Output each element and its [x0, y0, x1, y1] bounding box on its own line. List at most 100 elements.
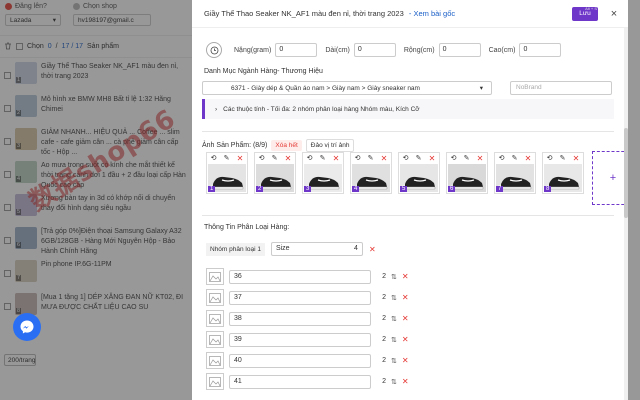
remove-variation-icon[interactable]: ✕ [402, 335, 409, 344]
edit-icon[interactable]: ✎ [560, 154, 566, 162]
sort-arrows-icon[interactable]: ⇅ [391, 273, 397, 281]
image-number: 8 [544, 186, 552, 192]
remove-variation-icon[interactable]: ✕ [402, 377, 409, 386]
rotate-icon[interactable]: ⟲ [259, 154, 265, 162]
save-button[interactable]: Alt + S Lưu [572, 5, 598, 21]
modal-scrollbar[interactable] [624, 28, 628, 400]
image-number: 4 [352, 186, 360, 192]
shoe-image: 7 [496, 164, 534, 192]
delete-image-icon[interactable]: ✕ [381, 154, 388, 163]
product-image-tile[interactable]: ⟲ ✎ ✕ 3 [302, 152, 344, 194]
weight-input[interactable]: 0 [275, 43, 318, 57]
delete-image-icon[interactable]: ✕ [477, 154, 484, 163]
variation-index: 2 [382, 315, 386, 322]
product-image-tile[interactable]: ⟲ ✎ ✕ 5 [398, 152, 440, 194]
product-image-tile[interactable]: ⟲ ✎ ✕ 7 [494, 152, 536, 194]
shoe-image: 4 [352, 164, 390, 192]
image-tools: ⟲ ✎ ✕ [207, 153, 247, 163]
delete-image-icon[interactable]: ✕ [573, 154, 580, 163]
image-placeholder-icon[interactable] [206, 310, 224, 327]
image-number: 6 [448, 186, 456, 192]
product-image-tile[interactable]: ⟲ ✎ ✕ 8 [542, 152, 584, 194]
delete-image-icon[interactable]: ✕ [333, 154, 340, 163]
messenger-icon [20, 320, 34, 334]
brand-input[interactable]: NoBrand [510, 81, 612, 95]
edit-icon[interactable]: ✎ [320, 154, 326, 162]
delete-all-images-button[interactable]: Xóa hết [271, 140, 302, 151]
variation-value-input[interactable]: 41 [229, 374, 371, 389]
reverse-images-button[interactable]: Đảo vị trí ảnh [305, 139, 355, 152]
sort-arrows-icon[interactable]: ⇅ [391, 357, 397, 365]
edit-icon[interactable]: ✎ [416, 154, 422, 162]
remove-group-icon[interactable]: ✕ [369, 245, 376, 254]
product-image-tile[interactable]: ⟲ ✎ ✕ 6 [446, 152, 488, 194]
add-image-button[interactable]: + [592, 151, 628, 205]
close-icon[interactable]: × [608, 8, 620, 20]
save-shortcut-hint: Alt + S [585, 5, 597, 11]
variation-index: 2 [382, 294, 386, 301]
variation-row: 38 2 ⇅ ✕ [206, 308, 409, 329]
image-placeholder-icon[interactable] [206, 289, 224, 306]
edit-icon[interactable]: ✎ [272, 154, 278, 162]
remove-variation-icon[interactable]: ✕ [402, 272, 409, 281]
product-image-tile[interactable]: ⟲ ✎ ✕ 1 [206, 152, 248, 194]
history-clock-icon[interactable] [206, 42, 222, 58]
attributes-collapse[interactable]: › Các thuộc tính - Tối đa: 2 nhóm phân l… [202, 99, 614, 119]
rotate-icon[interactable]: ⟲ [307, 154, 313, 162]
modal-title: Giầy Thể Thao Seaker NK_AF1 màu đen nỉ, … [204, 9, 404, 18]
variation-value-input[interactable]: 37 [229, 290, 371, 305]
variation-value-input[interactable]: 40 [229, 353, 371, 368]
image-placeholder-icon[interactable] [206, 373, 224, 390]
image-tools: ⟲ ✎ ✕ [447, 153, 487, 163]
rotate-icon[interactable]: ⟲ [403, 154, 409, 162]
length-input[interactable]: 0 [353, 43, 396, 57]
edit-product-modal: Giầy Thể Thao Seaker NK_AF1 màu đen nỉ, … [192, 0, 628, 400]
remove-variation-icon[interactable]: ✕ [402, 293, 409, 302]
category-select[interactable]: 6371 - Giày dép & Quần áo nam > Giày nam… [202, 81, 492, 95]
image-tools: ⟲ ✎ ✕ [399, 153, 439, 163]
rotate-icon[interactable]: ⟲ [547, 154, 553, 162]
rotate-icon[interactable]: ⟲ [451, 154, 457, 162]
variation-value-input[interactable]: 38 [229, 311, 371, 326]
variation-row: 40 2 ⇅ ✕ [206, 350, 409, 371]
image-tools: ⟲ ✎ ✕ [495, 153, 535, 163]
delete-image-icon[interactable]: ✕ [429, 154, 436, 163]
image-placeholder-icon[interactable] [206, 268, 224, 285]
variation-value-input[interactable]: 36 [229, 269, 371, 284]
rotate-icon[interactable]: ⟲ [211, 154, 217, 162]
shoe-image: 6 [448, 164, 486, 192]
edit-icon[interactable]: ✎ [224, 154, 230, 162]
images-header: Ảnh Sản Phẩm: (8/9) Xóa hết Đảo vị trí ả… [202, 139, 355, 152]
remove-variation-icon[interactable]: ✕ [402, 356, 409, 365]
attributes-text: Các thuộc tính - Tối đa: 2 nhóm phân loạ… [223, 105, 420, 113]
height-input[interactable]: 0 [519, 43, 562, 57]
image-grid: ⟲ ✎ ✕ 1 ⟲ ✎ ✕ 2 ⟲ ✎ ✕ 3 ⟲ ✎ ✕ 4 ⟲ ✎ ✕ 5 ⟲ ✎ ✕ 6 ⟲ ✎ ✕ 7 ⟲ ✎ ✕ 8 + [206, 151, 628, 205]
image-placeholder-icon[interactable] [206, 352, 224, 369]
edit-icon[interactable]: ✎ [464, 154, 470, 162]
variation-value-input[interactable]: 39 [229, 332, 371, 347]
group-name-input[interactable]: Size 4 [270, 242, 363, 256]
divider [202, 215, 614, 216]
sort-arrows-icon[interactable]: ⇅ [391, 336, 397, 344]
delete-image-icon[interactable]: ✕ [525, 154, 532, 163]
variation-list: 36 2 ⇅ ✕ 37 2 ⇅ ✕ 38 2 ⇅ ✕ 39 2 ⇅ ✕ 40 2 ⇅ ✕ 41 2 ⇅ ✕ [206, 266, 409, 392]
messenger-chat-button[interactable] [13, 313, 41, 341]
sort-arrows-icon[interactable]: ⇅ [391, 315, 397, 323]
delete-image-icon[interactable]: ✕ [285, 154, 292, 163]
image-placeholder-icon[interactable] [206, 331, 224, 348]
rotate-icon[interactable]: ⟲ [355, 154, 361, 162]
variation-row: 41 2 ⇅ ✕ [206, 371, 409, 392]
view-original-link[interactable]: - Xem bài gốc [409, 9, 455, 18]
width-input[interactable]: 0 [438, 43, 481, 57]
product-image-tile[interactable]: ⟲ ✎ ✕ 4 [350, 152, 392, 194]
height-label: Cao(cm) [488, 46, 516, 54]
edit-icon[interactable]: ✎ [368, 154, 374, 162]
edit-icon[interactable]: ✎ [512, 154, 518, 162]
remove-variation-icon[interactable]: ✕ [402, 314, 409, 323]
product-image-tile[interactable]: ⟲ ✎ ✕ 2 [254, 152, 296, 194]
delete-image-icon[interactable]: ✕ [237, 154, 244, 163]
sort-arrows-icon[interactable]: ⇅ [391, 378, 397, 386]
sort-arrows-icon[interactable]: ⇅ [391, 294, 397, 302]
image-tools: ⟲ ✎ ✕ [543, 153, 583, 163]
rotate-icon[interactable]: ⟲ [499, 154, 505, 162]
